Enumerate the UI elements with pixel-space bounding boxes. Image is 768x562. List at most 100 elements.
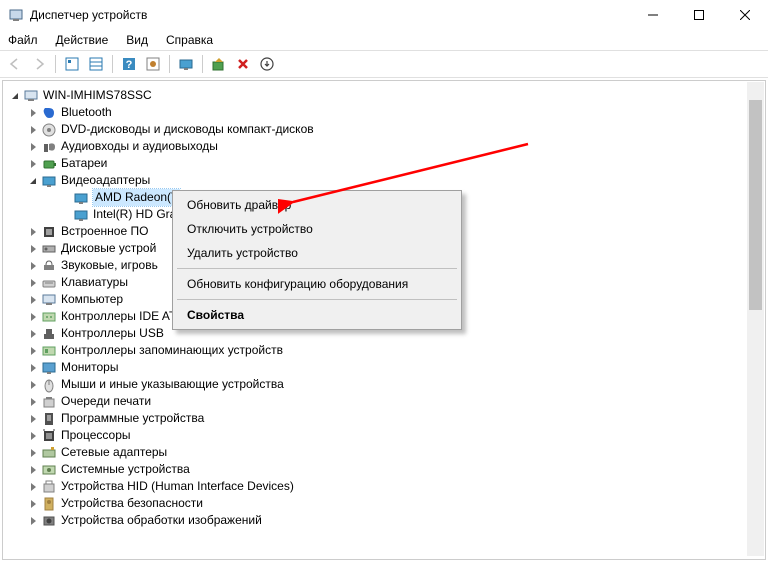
- tree-category[interactable]: Системные устройства: [9, 461, 765, 478]
- device-label: Intel(R) HD Gra: [93, 206, 176, 223]
- category-label: Устройства безопасности: [61, 495, 203, 512]
- expander-icon[interactable]: [27, 311, 39, 323]
- expander-icon[interactable]: [27, 175, 39, 187]
- update-icon[interactable]: [175, 53, 197, 75]
- expander-icon[interactable]: [27, 141, 39, 153]
- expander-icon[interactable]: [27, 260, 39, 272]
- category-icon: [41, 292, 57, 308]
- expander-icon[interactable]: [27, 362, 39, 374]
- tree-category[interactable]: Очереди печати: [9, 393, 765, 410]
- expander-icon[interactable]: [27, 158, 39, 170]
- expander-icon[interactable]: [27, 464, 39, 476]
- expander-icon[interactable]: [27, 294, 39, 306]
- tree-category[interactable]: Устройства обработки изображений: [9, 512, 765, 529]
- menu-file[interactable]: Файл: [8, 33, 38, 47]
- toolbar-icon[interactable]: [61, 53, 83, 75]
- tree-category[interactable]: DVD-дисководы и дисководы компакт-дисков: [9, 121, 765, 138]
- category-label: Встроенное ПО: [61, 223, 148, 240]
- category-icon: [41, 275, 57, 291]
- tree-category[interactable]: Мыши и иные указывающие устройства: [9, 376, 765, 393]
- category-label: Батареи: [61, 155, 107, 172]
- separator: [177, 268, 457, 269]
- category-icon: [41, 411, 57, 427]
- category-icon: [41, 224, 57, 240]
- ctx-remove-device[interactable]: Удалить устройство: [175, 241, 459, 265]
- category-label: Видеоадаптеры: [61, 172, 150, 189]
- expander-icon[interactable]: [27, 345, 39, 357]
- category-label: Системные устройства: [61, 461, 190, 478]
- category-label: Очереди печати: [61, 393, 151, 410]
- expander-icon[interactable]: [27, 515, 39, 527]
- expander-icon[interactable]: [27, 243, 39, 255]
- separator: [177, 299, 457, 300]
- tree-root[interactable]: WIN-IMHIMS78SSC: [9, 87, 765, 104]
- expander-icon[interactable]: [27, 447, 39, 459]
- tree-category[interactable]: Программные устройства: [9, 410, 765, 427]
- ctx-disable-device[interactable]: Отключить устройство: [175, 217, 459, 241]
- category-label: Контроллеры запоминающих устройств: [61, 342, 283, 359]
- ctx-scan-hardware[interactable]: Обновить конфигурацию оборудования: [175, 272, 459, 296]
- category-icon: [41, 309, 57, 325]
- expander-icon[interactable]: [27, 328, 39, 340]
- scan-icon[interactable]: [208, 53, 230, 75]
- ctx-update-driver[interactable]: Обновить драйвер: [175, 193, 459, 217]
- category-label: Мониторы: [61, 359, 118, 376]
- category-icon: [41, 462, 57, 478]
- toolbar-icon[interactable]: [256, 53, 278, 75]
- toolbar: ?: [0, 50, 768, 78]
- category-label: Сетевые адаптеры: [61, 444, 167, 461]
- category-icon: [41, 122, 57, 138]
- category-label: Процессоры: [61, 427, 131, 444]
- tree-category[interactable]: Процессоры: [9, 427, 765, 444]
- category-icon: [41, 105, 57, 121]
- tree-category[interactable]: Мониторы: [9, 359, 765, 376]
- toolbar-icon[interactable]: [142, 53, 164, 75]
- expander-icon[interactable]: [27, 124, 39, 136]
- category-icon: [41, 360, 57, 376]
- app-icon: [8, 7, 24, 23]
- tree-category[interactable]: Устройства HID (Human Interface Devices): [9, 478, 765, 495]
- tree-category[interactable]: Видеоадаптеры: [9, 172, 765, 189]
- expander-icon[interactable]: [27, 498, 39, 510]
- menu-view[interactable]: Вид: [126, 33, 148, 47]
- expander-icon[interactable]: [27, 226, 39, 238]
- category-label: Аудиовходы и аудиовыходы: [61, 138, 218, 155]
- tree-category[interactable]: Устройства безопасности: [9, 495, 765, 512]
- help-icon[interactable]: ?: [118, 53, 140, 75]
- context-menu: Обновить драйвер Отключить устройство Уд…: [172, 190, 462, 330]
- tree-category[interactable]: Аудиовходы и аудиовыходы: [9, 138, 765, 155]
- maximize-button[interactable]: [676, 0, 722, 30]
- expander-icon[interactable]: [27, 413, 39, 425]
- expander-icon[interactable]: [27, 379, 39, 391]
- expander-icon[interactable]: [27, 430, 39, 442]
- tree-category[interactable]: Сетевые адаптеры: [9, 444, 765, 461]
- category-label: Bluetooth: [61, 104, 112, 121]
- delete-icon[interactable]: [232, 53, 254, 75]
- toolbar-icon[interactable]: [85, 53, 107, 75]
- category-icon: [41, 513, 57, 529]
- ctx-properties[interactable]: Свойства: [175, 303, 459, 327]
- category-label: Контроллеры USB: [61, 325, 164, 342]
- menu-action[interactable]: Действие: [56, 33, 109, 47]
- spacer: [59, 192, 71, 204]
- expander-icon[interactable]: [27, 277, 39, 289]
- expander-icon[interactable]: [9, 90, 21, 102]
- expander-icon[interactable]: [27, 396, 39, 408]
- category-label: DVD-дисководы и дисководы компакт-дисков: [61, 121, 314, 138]
- close-button[interactable]: [722, 0, 768, 30]
- tree-category[interactable]: Контроллеры запоминающих устройств: [9, 342, 765, 359]
- expander-icon[interactable]: [27, 481, 39, 493]
- category-icon: [41, 156, 57, 172]
- minimize-button[interactable]: [630, 0, 676, 30]
- spacer: [59, 209, 71, 221]
- window-title: Диспетчер устройств: [30, 8, 630, 22]
- tree-category[interactable]: Батареи: [9, 155, 765, 172]
- back-button[interactable]: [4, 53, 26, 75]
- vertical-scrollbar[interactable]: [747, 82, 764, 556]
- forward-button[interactable]: [28, 53, 50, 75]
- expander-icon[interactable]: [27, 107, 39, 119]
- menu-help[interactable]: Справка: [166, 33, 213, 47]
- category-icon: [41, 479, 57, 495]
- category-label: Мыши и иные указывающие устройства: [61, 376, 284, 393]
- tree-category[interactable]: Bluetooth: [9, 104, 765, 121]
